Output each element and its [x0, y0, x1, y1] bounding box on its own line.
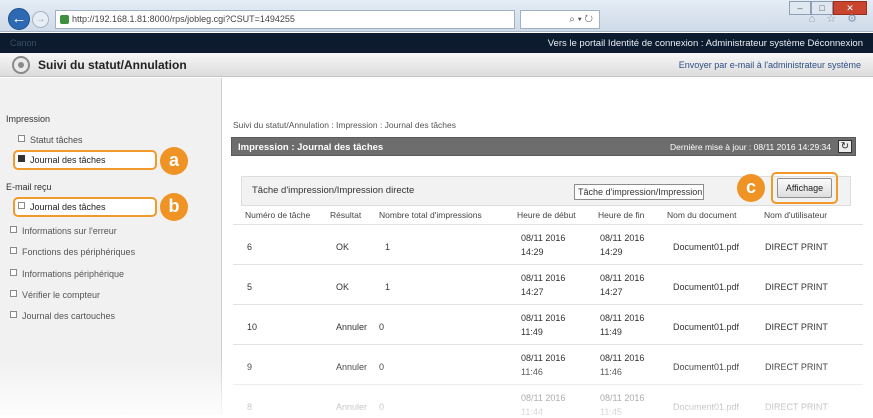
cell-user: DIRECT PRINT: [765, 242, 828, 252]
cell-result: Annuler: [336, 362, 368, 372]
cell-total: 1: [385, 282, 391, 292]
cell-end-time: 14:27: [600, 287, 623, 297]
cell-doc: Document01.pdf: [673, 282, 740, 292]
site-icon: [60, 15, 69, 24]
back-arrow-icon[interactable]: ←: [8, 8, 30, 30]
address-bar[interactable]: http://192.168.1.81:8000/rps/jobleg.cgi?…: [55, 10, 515, 29]
cell-doc: Document01.pdf: [673, 242, 740, 252]
sidebar: Impression Statut tâches Journal des tâc…: [0, 78, 222, 415]
sidebar-item-statut-taches[interactable]: Statut tâches: [18, 135, 83, 145]
main-content: Suivi du statut/Annulation : Impression …: [223, 78, 873, 417]
col-header-num: Numéro de tâche: [245, 210, 311, 220]
browser-chrome: ← → http://192.168.1.81:8000/rps/jobleg.…: [0, 0, 873, 32]
sidebar-item-fonctions[interactable]: Fonctions des périphériques: [10, 247, 135, 257]
cell-total: 1: [385, 242, 391, 252]
cell-end-time: 11:46: [600, 367, 622, 377]
cell-num: 8: [247, 402, 253, 412]
address-tools[interactable]: ⌕ ▾ ↻: [520, 10, 600, 29]
cell-num: 10: [247, 322, 258, 332]
filter-label: Tâche d'impression/Impression directe: [252, 185, 415, 196]
sidebar-section-email: E-mail reçu: [6, 182, 52, 192]
page-title-bar: Suivi du statut/Annulation Envoyer par e…: [0, 53, 873, 77]
cell-user: DIRECT PRINT: [765, 402, 828, 412]
brand-logo: Canon: [10, 38, 37, 48]
col-header-end: Heure de fin: [598, 210, 645, 220]
sidebar-item-journal-impression[interactable]: Journal des tâches: [18, 155, 106, 165]
cell-result: OK: [336, 282, 350, 292]
cell-result: Annuler: [336, 402, 368, 412]
sidebar-item-infos[interactable]: Informations périphérique: [10, 269, 124, 279]
cell-user: DIRECT PRINT: [765, 362, 828, 372]
cell-end-time: 11:45: [600, 407, 622, 417]
cell-start-time: 14:27: [521, 287, 544, 297]
cell-end-date: 08/11 2016: [600, 273, 645, 283]
callout-a: a: [160, 147, 188, 175]
cell-num: 6: [247, 242, 253, 252]
cell-start-date: 08/11 2016: [521, 273, 566, 283]
col-header-start: Heure de début: [517, 210, 576, 220]
col-header-result: Résultat: [330, 210, 362, 220]
email-admin-link[interactable]: Envoyer par e-mail à l'administrateur sy…: [679, 60, 861, 70]
page-title: Suivi du statut/Annulation: [38, 58, 187, 72]
cell-result: OK: [336, 242, 350, 252]
col-header-doc: Nom du document: [667, 210, 737, 220]
cell-doc: Document01.pdf: [673, 362, 740, 372]
sidebar-item-journal-email[interactable]: Journal des tâches: [18, 202, 106, 212]
panel-title: Impression : Journal des tâches: [238, 142, 384, 153]
row-divider: [233, 264, 863, 265]
cell-start-time: 11:49: [521, 327, 543, 337]
cell-end-time: 14:29: [600, 247, 623, 257]
callout-b: b: [160, 193, 188, 221]
cell-start-date: 08/11 2016: [521, 313, 566, 323]
cell-user: DIRECT PRINT: [765, 322, 828, 332]
cell-end-date: 08/11 2016: [600, 393, 645, 403]
cell-end-date: 08/11 2016: [600, 313, 645, 323]
header-links[interactable]: Vers le portail Identité de connexion : …: [548, 38, 863, 49]
browser-toolbar-icons[interactable]: ⌂ ☆ ⚙: [809, 12, 861, 25]
cell-num: 9: [247, 362, 253, 372]
breadcrumb: Suivi du statut/Annulation : Impression …: [233, 120, 457, 130]
address-text: http://192.168.1.81:8000/rps/jobleg.cgi?…: [72, 14, 295, 24]
callout-c: c: [737, 174, 765, 202]
status-monitor-icon: [12, 56, 30, 74]
cell-total: 0: [379, 402, 385, 412]
cell-total: 0: [379, 362, 385, 372]
forward-arrow-icon[interactable]: →: [32, 11, 49, 28]
highlight-c: Affichage: [771, 172, 838, 204]
cell-result: Annuler: [336, 322, 368, 332]
panel-header: Impression : Journal des tâches Dernière…: [231, 137, 856, 156]
row-divider: [233, 384, 863, 385]
cell-num: 5: [247, 282, 253, 292]
sidebar-item-erreur[interactable]: Informations sur l'erreur: [10, 226, 117, 236]
sidebar-item-compteur[interactable]: Vérifier le compteur: [10, 290, 100, 300]
rui-header-bar: Canon Vers le portail Identité de connex…: [0, 33, 873, 53]
cell-total: 0: [379, 322, 385, 332]
cell-end-date: 08/11 2016: [600, 353, 645, 363]
cell-start-date: 08/11 2016: [521, 353, 566, 363]
last-update-text: Dernière mise à jour : 08/11 2016 14:29:…: [670, 142, 831, 152]
job-type-select[interactable]: Tâche d'impression/Impression: [574, 184, 704, 200]
cell-doc: Document01.pdf: [673, 322, 740, 332]
row-divider: [233, 224, 863, 225]
cell-end-date: 08/11 2016: [600, 233, 645, 243]
sidebar-section-impression: Impression: [6, 114, 51, 124]
cell-start-time: 11:46: [521, 367, 543, 377]
cell-end-time: 11:49: [600, 327, 622, 337]
col-header-total: Nombre total d'impressions: [379, 210, 482, 220]
cell-doc: Document01.pdf: [673, 402, 740, 412]
display-button[interactable]: Affichage: [777, 178, 832, 198]
cell-start-time: 14:29: [521, 247, 544, 257]
cell-start-date: 08/11 2016: [521, 233, 566, 243]
sidebar-item-cartouches[interactable]: Journal des cartouches: [10, 311, 115, 321]
refresh-icon[interactable]: ↻: [838, 140, 852, 153]
row-divider: [233, 344, 863, 345]
col-header-user: Nom d'utilisateur: [764, 210, 828, 220]
cell-start-time: 11:44: [521, 407, 543, 417]
cell-user: DIRECT PRINT: [765, 282, 828, 292]
row-divider: [233, 304, 863, 305]
cell-start-date: 08/11 2016: [521, 393, 566, 403]
